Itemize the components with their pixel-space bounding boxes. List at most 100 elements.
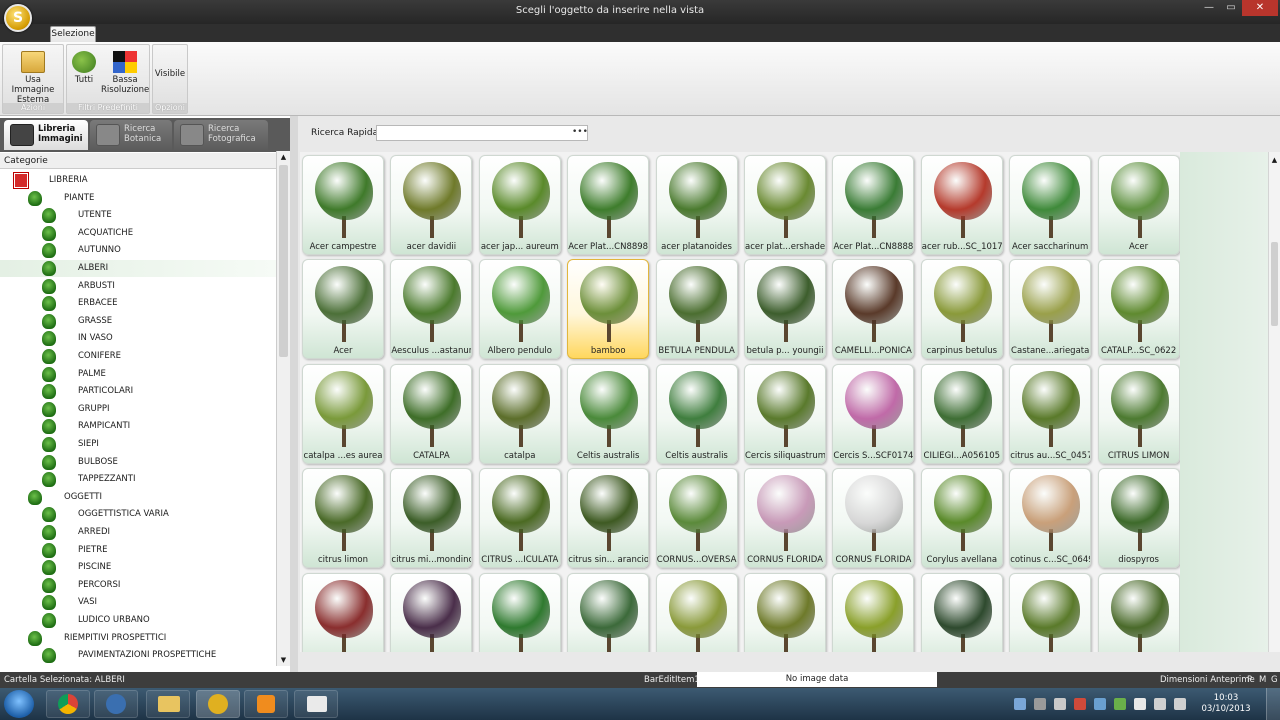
bassa-risoluzione-button[interactable]: Bassa Risoluzione [101,51,149,95]
image-card[interactable]: Cercis siliquastrum [744,363,826,464]
image-card[interactable]: citrus limon [302,468,384,569]
usa-immagine-esterna-button[interactable]: Usa Immagine Esterna [3,51,63,105]
image-card[interactable] [920,572,1003,652]
image-card[interactable] [744,572,826,652]
search-input[interactable] [376,125,588,141]
tree-node[interactable]: PISCINE [0,559,276,576]
image-card[interactable]: Acer Plat...CN8898 [567,155,650,255]
image-card[interactable]: cotinus c...SC_0649 [1009,468,1092,569]
taskbar-thunderbird-button[interactable] [94,690,138,718]
image-card[interactable]: BETULA PENDULA [655,259,738,360]
size-g-button[interactable]: G [1271,672,1278,688]
app-logo-icon[interactable]: S [4,4,32,32]
tab-libreria-immagini[interactable]: Libreria Immagini [4,120,88,150]
image-card[interactable]: acer davidii [390,155,473,255]
tutti-button[interactable]: Tutti [69,51,99,85]
tree-node[interactable]: PIETRE [0,542,276,559]
image-card[interactable]: CAMELLI...PONICA [832,259,915,360]
tree-node[interactable]: RAMPICANTI [0,418,276,435]
tree-node[interactable]: SIEPI [0,436,276,453]
image-card[interactable]: CATALP...SC_0622 [1097,259,1180,360]
image-card[interactable] [390,572,473,652]
tree-node[interactable]: ACQUATICHE [0,225,276,242]
image-data-field[interactable]: No image data [697,672,937,687]
scroll-up-icon[interactable]: ▲ [1271,156,1278,164]
maximize-button[interactable]: ▭ [1220,0,1242,16]
image-card[interactable]: catalpa [478,363,561,464]
taskbar-window-button[interactable] [294,690,338,718]
image-card[interactable]: citrus au...SC_0457 [1009,363,1092,464]
scroll-down-icon[interactable]: ▼ [279,656,288,664]
tray-icon[interactable] [1034,698,1046,710]
size-p-button[interactable]: P [1247,672,1252,688]
image-card[interactable]: acer plat...ershade [744,155,826,255]
tree-scroll-thumb[interactable] [279,165,288,357]
tree-node[interactable]: AUTUNNO [0,242,276,259]
tray-icon[interactable] [1114,698,1126,710]
tree-node[interactable]: PERCORSI [0,577,276,594]
image-card[interactable]: Albero pendulo [478,259,561,360]
image-card[interactable]: Corylus avellana [920,468,1003,569]
network-icon[interactable] [1154,698,1166,710]
tray-icon[interactable] [1074,698,1086,710]
image-card[interactable]: diospyros [1097,468,1180,569]
tree-node[interactable]: GRASSE [0,313,276,330]
tab-selezione[interactable]: Selezione [50,26,96,42]
tree-node[interactable]: RIEMPITIVI PROSPETTICI [0,630,276,647]
image-card[interactable]: citrus sin... arancio [567,468,650,569]
image-card[interactable]: acer rub...SC_1017 [920,155,1003,255]
tree-node[interactable]: VASI [0,594,276,611]
tray-icon[interactable] [1094,698,1106,710]
image-card[interactable]: CORNUS FLORIDA [832,468,915,569]
image-card[interactable]: Celtis australis [655,363,738,464]
taskbar-explorer-button[interactable] [146,690,190,718]
tree-node[interactable]: OGGETTI [0,489,276,506]
tree-node[interactable]: PAVIMENTAZIONI PROSPETTICHE [0,647,276,664]
image-card[interactable]: citrus mi...mondino [390,468,473,569]
category-tree[interactable]: LIBRERIA PIANTE UTENTE ACQUATICHE AUTUNNO AL… [0,170,276,666]
tree-node[interactable]: ARREDI [0,524,276,541]
image-card[interactable] [478,572,561,652]
image-card[interactable]: CILIEGI...A056105 [920,363,1003,464]
image-card[interactable] [1097,572,1180,652]
image-card[interactable]: Acer saccharinum [1009,155,1092,255]
image-card[interactable] [567,572,650,652]
tree-node[interactable]: OGGETTISTICA VARIA [0,506,276,523]
taskbar-media-button[interactable] [244,690,288,718]
tray-icon[interactable] [1014,698,1026,710]
start-button[interactable] [4,690,34,718]
image-card[interactable]: CORNUS...OVERSA [655,468,738,569]
taskbar-app-button[interactable] [196,690,240,718]
image-card[interactable]: Castane...ariegata [1009,259,1092,360]
image-card[interactable] [832,572,915,652]
tree-scrollbar[interactable]: ▲ ▼ [276,151,290,666]
image-card[interactable]: betula p... youngii [744,259,826,360]
image-card[interactable] [1009,572,1092,652]
taskbar-chrome-button[interactable] [46,690,90,718]
image-card[interactable] [302,572,384,652]
image-card[interactable]: Acer [1097,155,1180,255]
tab-ricerca-botanica[interactable]: Ricerca Botanica [90,120,172,150]
tree-node[interactable]: GRUPPI [0,401,276,418]
show-desktop-button[interactable] [1266,688,1280,720]
tree-node[interactable]: UTENTE [0,207,276,224]
tab-ricerca-fotografica[interactable]: Ricerca Fotografica [174,120,268,150]
tree-node[interactable]: ALBERI [0,260,276,277]
clock[interactable]: 10:03 03/10/2013 [1200,693,1252,715]
image-card[interactable]: carpinus betulus [920,259,1003,360]
tree-node[interactable]: TAPPEZZANTI [0,471,276,488]
tree-node[interactable]: BULBOSE [0,454,276,471]
grid-scrollbar[interactable]: ▲ [1268,152,1280,652]
panel-splitter[interactable] [290,116,298,672]
visibile-button[interactable]: Visibile [153,69,187,79]
tree-node[interactable]: ARBUSTI [0,278,276,295]
image-card[interactable]: Acer Plat...CN8888 [832,155,915,255]
image-card[interactable]: acer platanoides [655,155,738,255]
minimize-button[interactable]: — [1198,0,1220,16]
tree-node[interactable]: PIANTE [0,190,276,207]
image-card[interactable]: Acer [302,259,384,360]
image-card[interactable]: Aesculus ...astanum [390,259,473,360]
scroll-up-icon[interactable]: ▲ [279,153,288,161]
tree-node[interactable]: IN VASO [0,330,276,347]
tree-node[interactable]: ERBACEE [0,295,276,312]
